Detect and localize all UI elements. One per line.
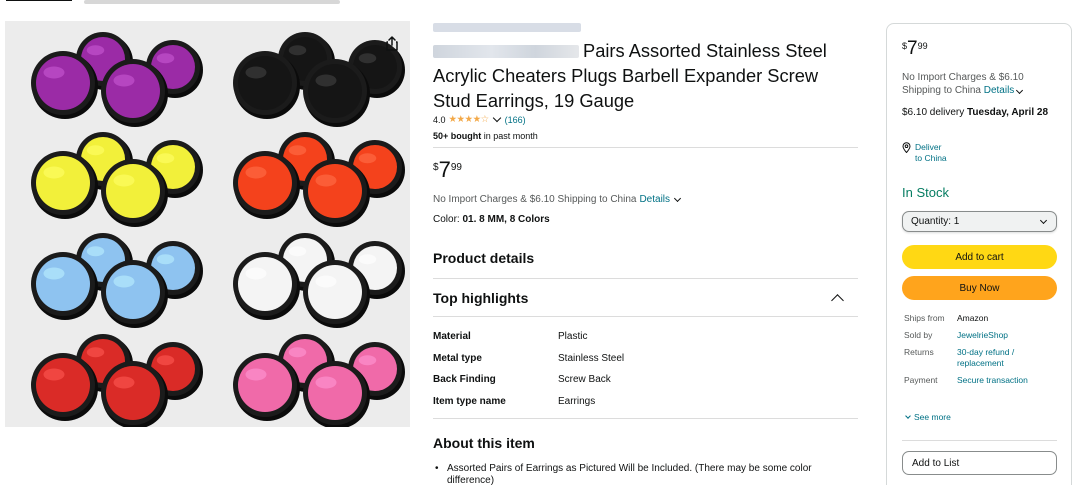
earring-pair-5: [31, 233, 203, 328]
share-button[interactable]: [380, 31, 404, 55]
delivery-text: $6.10 delivery: [902, 107, 965, 118]
color-label: Color:: [433, 214, 460, 225]
divider: [902, 440, 1057, 441]
chevron-down-icon[interactable]: [673, 194, 682, 202]
shipping-text: No Import Charges & $6.10 Shipping to Ch…: [433, 194, 637, 205]
returns-link[interactable]: 30-day refund / replacement: [957, 347, 1057, 369]
star-rating-icon[interactable]: ★★★★☆: [449, 114, 490, 125]
chevron-down-icon[interactable]: [1016, 86, 1024, 95]
location-pin-icon: [902, 142, 911, 153]
add-to-list-button[interactable]: Add to List: [902, 451, 1057, 475]
blurred-top-text: [84, 0, 340, 4]
spec-key: Material: [433, 331, 471, 343]
about-item-heading: About this item: [433, 435, 535, 451]
divider: [433, 418, 858, 419]
spec-value: Stainless Steel: [558, 352, 625, 364]
info-key: Returns: [904, 347, 934, 357]
spec-key: Metal type: [433, 352, 482, 364]
earring-pair-4: [233, 132, 405, 227]
earring-pair-1: [31, 32, 203, 127]
bought-period: in past month: [481, 131, 538, 141]
shipping-info: No Import Charges & $6.10 Shipping to Ch…: [433, 194, 682, 205]
product-info-column: Pairs Assorted Stainless Steel Acrylic C…: [433, 0, 858, 485]
rating-row[interactable]: 4.0 ★★★★☆ (166): [433, 113, 526, 125]
chevron-down-icon: [905, 412, 911, 419]
payment-link[interactable]: Secure transaction: [957, 375, 1057, 386]
spec-value: Earrings: [558, 395, 596, 407]
about-bullet: Assorted Pairs of Earrings as Pictured W…: [435, 463, 847, 485]
delivery-date: Tuesday, April 28: [967, 107, 1048, 118]
buy-box: $ 7 99 No Import Charges & $6.10 Shippin…: [886, 23, 1072, 485]
top-link-underline: [6, 0, 72, 1]
earring-pair-6: [233, 233, 405, 328]
buy-now-button[interactable]: Buy Now: [902, 276, 1057, 300]
delivery-info: $6.10 delivery Tuesday, April 28: [902, 106, 1062, 119]
earring-pair-8: [233, 334, 405, 427]
share-icon: [386, 35, 398, 51]
spec-key: Back Finding: [433, 374, 496, 386]
about-bullet-text: Assorted Pairs of Earrings as Pictured W…: [447, 463, 812, 485]
info-key: Payment: [904, 375, 938, 385]
add-to-cart-button[interactable]: Add to cart: [902, 245, 1057, 269]
divider: [433, 316, 858, 317]
see-more-link[interactable]: See more: [904, 412, 951, 422]
product-image[interactable]: [5, 21, 410, 427]
spec-row: Metal type Stainless Steel: [433, 348, 624, 370]
info-value: Amazon: [957, 313, 989, 323]
blurred-title-start: [433, 45, 579, 58]
top-breadcrumb-strip: [0, 0, 360, 6]
highlights-table: Material Plastic Metal type Stainless St…: [433, 326, 624, 412]
earring-pair-7: [31, 334, 203, 427]
quantity-select[interactable]: Quantity: 1: [902, 211, 1057, 232]
price: $ 7 99: [433, 159, 462, 181]
price-whole: 7: [907, 38, 918, 59]
spec-value: Screw Back: [558, 374, 611, 386]
price-fraction: 99: [917, 41, 928, 51]
price-fraction: 99: [450, 162, 462, 173]
divider: [433, 147, 858, 148]
buybox-details-link[interactable]: Details: [984, 85, 1015, 96]
spec-row: Back Finding Screw Back: [433, 369, 624, 391]
divider: [433, 278, 858, 279]
deliver-line1: Deliver: [915, 142, 942, 152]
stock-status: In Stock: [902, 185, 949, 200]
rating-count-link[interactable]: (166): [505, 115, 526, 125]
spec-key: Item type name: [433, 395, 506, 407]
details-link[interactable]: Details: [639, 194, 670, 205]
color-selection: Color: 01. 8 MM, 8 Colors: [433, 214, 550, 225]
buybox-shipping: No Import Charges & $6.10 Shipping to Ch…: [902, 71, 1062, 97]
bought-count: 50+ bought: [433, 131, 482, 141]
seller-link[interactable]: JewelrieShop: [957, 330, 1057, 341]
seller-info-table: Ships from Amazon Sold by JewelrieShop R…: [904, 313, 1057, 392]
earring-pair-3: [31, 132, 203, 227]
chevron-down-icon[interactable]: [492, 113, 501, 123]
quantity-value: Quantity: 1: [911, 216, 960, 227]
info-row: Returns 30-day refund / replacement: [904, 347, 1057, 369]
product-details-heading: Product details: [433, 250, 535, 266]
color-value: 01. 8 MM, 8 Colors: [462, 214, 550, 225]
buybox-price: $ 7 99: [902, 39, 928, 58]
spec-row: Material Plastic: [433, 326, 624, 348]
info-row: Payment Secure transaction: [904, 375, 1057, 386]
price-whole: 7: [438, 157, 451, 182]
info-row: Ships from Amazon: [904, 313, 1057, 324]
deliver-to-link[interactable]: Deliver to China: [902, 142, 947, 164]
product-title: Pairs Assorted Stainless Steel Acrylic C…: [433, 38, 853, 113]
spec-value: Plastic: [558, 331, 588, 343]
chevron-down-icon: [1039, 216, 1048, 224]
bought-in-past-month: 50+ bought in past month: [433, 131, 538, 141]
info-key: Ships from: [904, 313, 945, 323]
chevron-up-icon[interactable]: [831, 294, 844, 307]
see-more-label: See more: [914, 412, 951, 422]
top-highlights-heading[interactable]: Top highlights: [433, 290, 528, 306]
deliver-line2: to China: [915, 153, 947, 163]
info-key: Sold by: [904, 330, 933, 340]
spec-row: Item type name Earrings: [433, 391, 624, 413]
rating-value: 4.0: [433, 114, 446, 125]
earrings-image: [31, 32, 405, 427]
blurred-brand-link[interactable]: [433, 23, 581, 32]
info-row: Sold by JewelrieShop: [904, 330, 1057, 341]
